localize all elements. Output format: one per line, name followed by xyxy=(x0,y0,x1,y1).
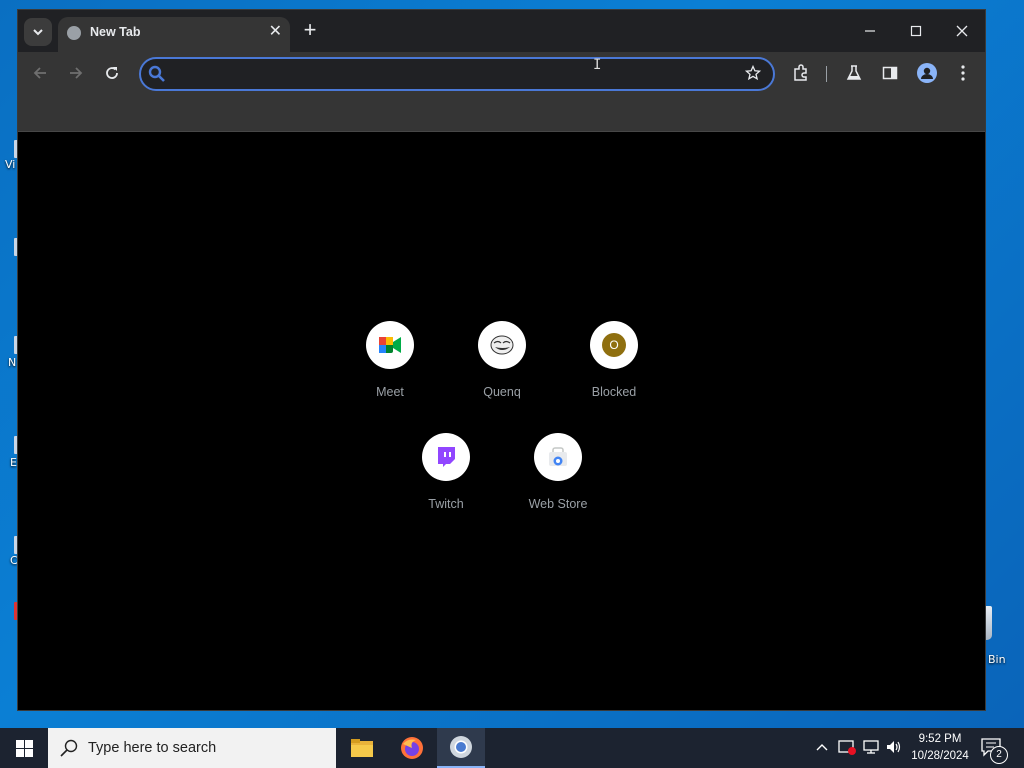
desktop-icon-label: N xyxy=(8,356,17,369)
new-tab-page: Meet Quenq O Blocked Twitch Web Store xyxy=(18,132,985,710)
network-tray-icon[interactable] xyxy=(863,740,879,757)
security-alert-icon xyxy=(838,740,856,755)
desktop-icon-label: Vi xyxy=(5,158,16,171)
reload-icon xyxy=(106,67,118,79)
close-icon xyxy=(956,25,968,37)
globe-icon xyxy=(67,26,81,40)
meet-icon xyxy=(366,321,414,369)
desktop-icon-label: C xyxy=(10,554,18,567)
title-bar: New Tab ✕ + xyxy=(18,10,985,52)
letter-o-icon: O xyxy=(590,321,638,369)
taskbar: Type here to search 9:52 PM 10/28/2024 2 xyxy=(0,728,1024,768)
text-cursor-icon: I xyxy=(593,57,602,73)
clock-time: 9:52 PM xyxy=(918,733,962,745)
taskbar-clock[interactable]: 9:52 PM 10/28/2024 xyxy=(905,731,975,765)
taskbar-firefox[interactable] xyxy=(388,728,436,768)
notification-count-badge: 2 xyxy=(990,746,1008,764)
bookmarks-bar xyxy=(18,94,985,132)
desktop-icon-label: E xyxy=(10,456,17,469)
taskbar-file-explorer[interactable] xyxy=(338,728,386,768)
twitch-icon xyxy=(422,433,470,481)
shortcut-web-store[interactable]: Web Store xyxy=(502,433,614,545)
maximize-button[interactable] xyxy=(893,18,939,44)
shortcut-label: Twitch xyxy=(428,497,464,511)
troll-face-icon xyxy=(478,321,526,369)
clock-date: 10/28/2024 xyxy=(911,750,969,762)
flask-icon xyxy=(846,65,862,80)
taskbar-search-placeholder: Type here to search xyxy=(88,740,217,756)
arrow-right-icon xyxy=(70,67,83,79)
folder-icon xyxy=(351,739,373,757)
close-tab-icon[interactable]: ✕ xyxy=(269,22,282,42)
more-vertical-icon xyxy=(961,65,965,81)
bookmark-star-icon[interactable] xyxy=(745,65,761,81)
show-hidden-icons-button[interactable] xyxy=(815,740,829,757)
shortcut-label: Web Store xyxy=(528,497,588,511)
extensions-button[interactable] xyxy=(789,61,813,85)
side-panel-button[interactable] xyxy=(878,61,902,85)
speaker-icon xyxy=(887,741,901,753)
chrome-icon xyxy=(450,736,472,758)
address-input[interactable] xyxy=(171,63,735,87)
shortcut-quenq[interactable]: Quenq xyxy=(446,321,558,433)
address-bar[interactable] xyxy=(139,57,775,91)
tab-title: New Tab xyxy=(90,25,141,39)
recycle-bin-label: Bin xyxy=(988,653,1006,666)
tab-search-button[interactable] xyxy=(24,18,52,46)
network-icon xyxy=(863,740,879,754)
start-button[interactable] xyxy=(0,728,48,768)
minimize-icon xyxy=(865,30,875,32)
volume-tray-icon[interactable] xyxy=(886,740,902,757)
profile-button[interactable] xyxy=(915,61,939,85)
tab-new-tab[interactable]: New Tab ✕ xyxy=(58,17,290,52)
toolbar xyxy=(18,52,985,94)
maximize-icon xyxy=(910,25,922,37)
arrow-left-icon xyxy=(33,67,46,79)
avatar-icon xyxy=(917,63,937,83)
search-icon xyxy=(148,65,165,82)
chevron-up-icon xyxy=(816,744,828,751)
toolbar-divider xyxy=(826,66,827,82)
search-icon xyxy=(60,739,78,757)
shortcut-label: Meet xyxy=(376,385,404,399)
tile-letter: O xyxy=(602,333,626,357)
firefox-icon xyxy=(401,737,423,759)
web-store-icon xyxy=(534,433,582,481)
side-panel-icon xyxy=(882,66,898,80)
windows-logo-icon xyxy=(15,739,33,757)
shortcut-meet[interactable]: Meet xyxy=(334,321,446,433)
minimize-button[interactable] xyxy=(847,18,893,44)
reload-button[interactable] xyxy=(100,61,124,85)
shortcut-twitch[interactable]: Twitch xyxy=(390,433,502,545)
shortcut-label: Blocked xyxy=(591,385,637,399)
puzzle-icon xyxy=(794,64,807,81)
labs-button[interactable] xyxy=(842,61,866,85)
shortcut-blocked[interactable]: O Blocked xyxy=(558,321,670,433)
chevron-down-icon xyxy=(33,29,43,36)
menu-button[interactable] xyxy=(951,61,975,85)
security-tray-icon[interactable] xyxy=(838,739,856,758)
new-tab-button[interactable]: + xyxy=(299,19,321,42)
forward-button[interactable] xyxy=(64,61,88,85)
shortcut-label: Quenq xyxy=(483,385,521,399)
browser-window: New Tab ✕ + Meet Quenq O Blocked Twitch … xyxy=(18,10,985,710)
back-button[interactable] xyxy=(28,61,52,85)
close-window-button[interactable] xyxy=(939,18,985,44)
taskbar-search[interactable]: Type here to search xyxy=(48,728,336,768)
taskbar-chrome[interactable] xyxy=(437,728,485,768)
